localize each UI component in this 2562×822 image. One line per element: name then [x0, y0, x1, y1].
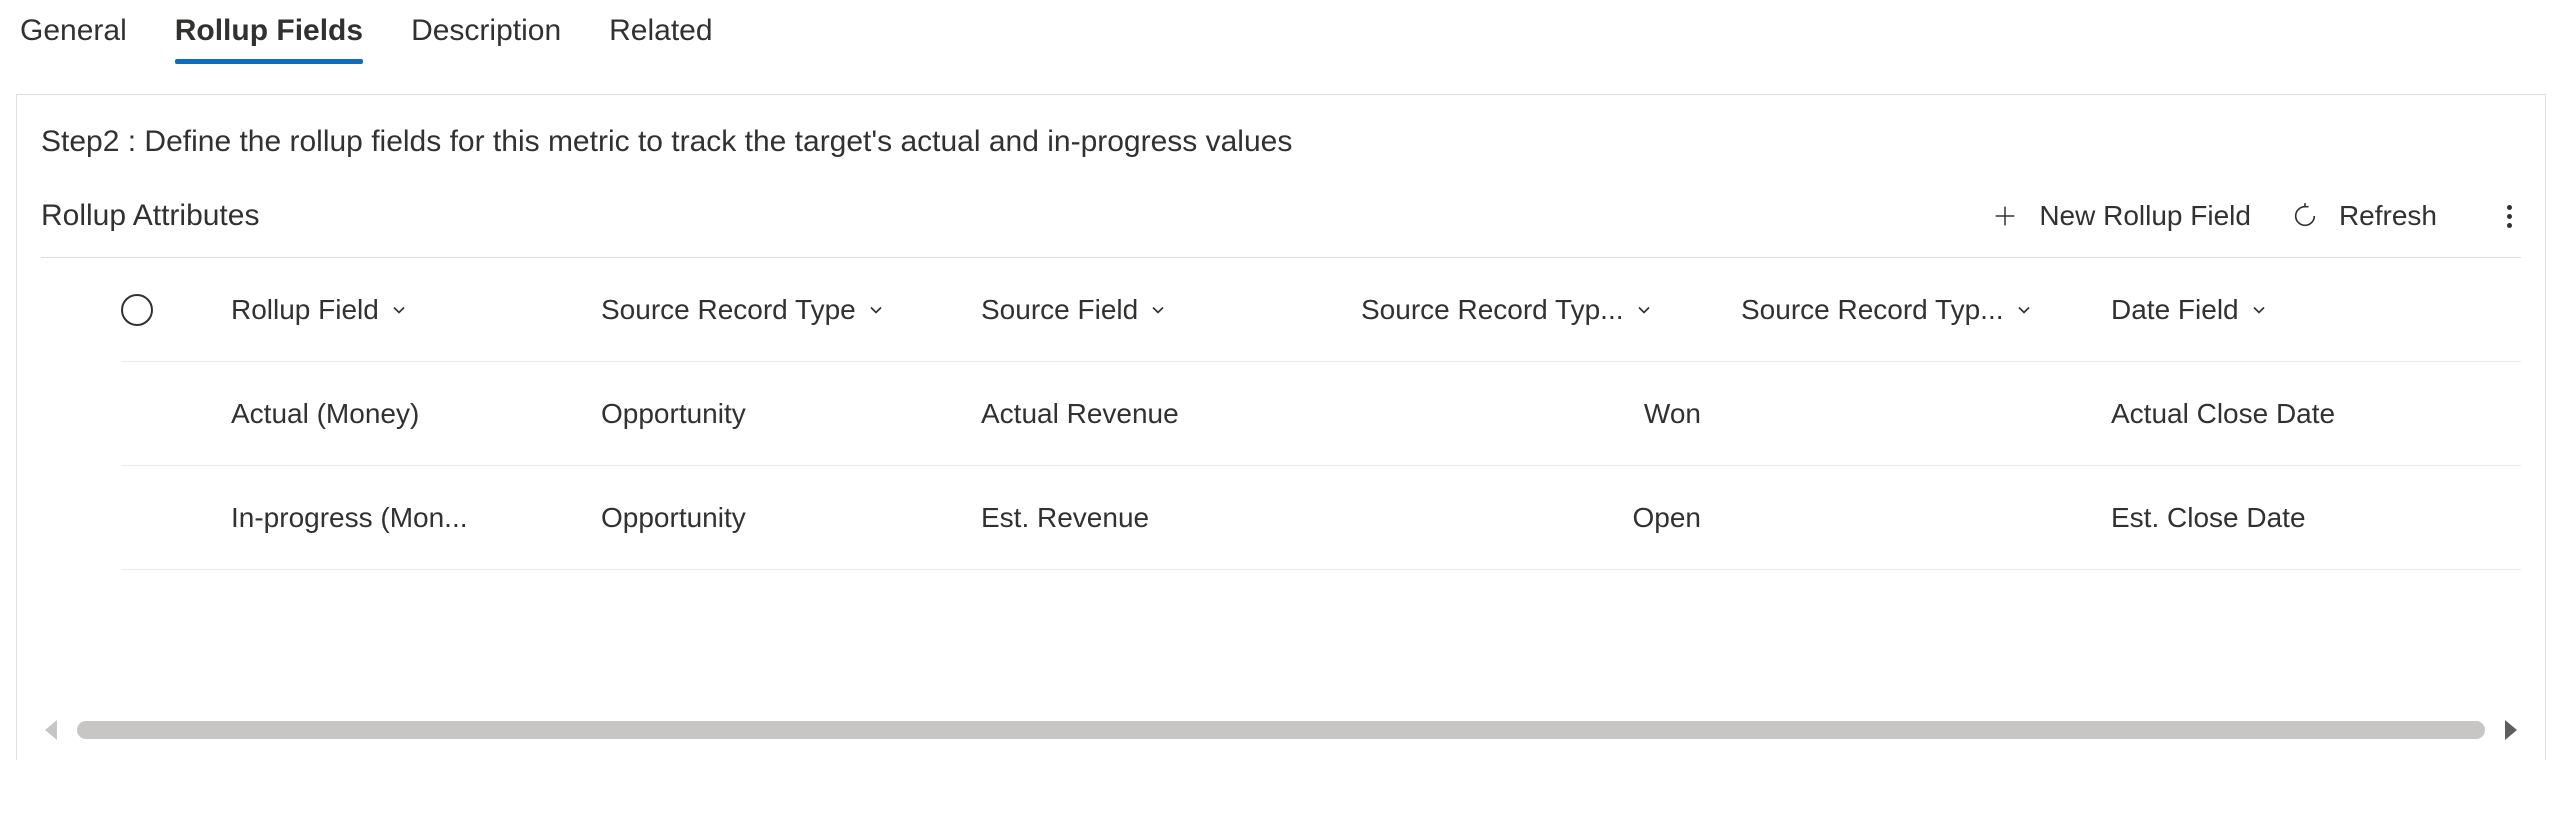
horizontal-scrollbar[interactable]	[41, 720, 2521, 748]
chevron-down-icon	[866, 300, 886, 320]
grid-column-header-row: Rollup Field Source Record Type Source F…	[121, 258, 2521, 362]
column-header-label: Source Field	[981, 294, 1138, 326]
refresh-icon	[2291, 202, 2319, 230]
select-all-icon	[121, 294, 153, 326]
refresh-label: Refresh	[2339, 200, 2437, 232]
cell-source-field: Est. Revenue	[981, 502, 1361, 534]
grid-actions: New Rollup Field Refresh	[1991, 200, 2521, 232]
column-header-source-record-typ-2[interactable]: Source Record Typ...	[1741, 294, 2111, 326]
new-rollup-field-label: New Rollup Field	[2039, 200, 2251, 232]
cell-source-record-typ-1: Won	[1361, 398, 1741, 430]
chevron-down-icon	[2014, 300, 2034, 320]
new-rollup-field-button[interactable]: New Rollup Field	[1991, 200, 2251, 232]
column-header-label: Date Field	[2111, 294, 2239, 326]
column-header-date-field[interactable]: Date Field	[2111, 294, 2511, 326]
cell-source-field: Actual Revenue	[981, 398, 1361, 430]
tab-list: General Rollup Fields Description Relate…	[0, 0, 2562, 64]
more-icon	[2507, 205, 2512, 210]
column-header-label: Rollup Field	[231, 294, 379, 326]
column-header-source-record-type[interactable]: Source Record Type	[601, 294, 981, 326]
column-header-source-record-typ-1[interactable]: Source Record Typ...	[1361, 294, 1741, 326]
chevron-down-icon	[1634, 300, 1654, 320]
refresh-button[interactable]: Refresh	[2291, 200, 2437, 232]
scroll-right-icon	[2505, 720, 2517, 740]
cell-rollup-field: In-progress (Mon...	[231, 502, 601, 534]
rollup-fields-panel: Step2 : Define the rollup fields for thi…	[16, 94, 2546, 760]
grid-title: Rollup Attributes	[41, 199, 259, 233]
tab-description[interactable]: Description	[411, 14, 561, 64]
scroll-left-icon	[45, 720, 57, 740]
column-header-rollup-field[interactable]: Rollup Field	[231, 294, 601, 326]
tab-general[interactable]: General	[20, 14, 127, 64]
chevron-down-icon	[1148, 300, 1168, 320]
grid-header: Rollup Attributes New Rollup Field Refre…	[41, 199, 2521, 258]
tab-related[interactable]: Related	[609, 14, 712, 64]
chevron-down-icon	[2249, 300, 2269, 320]
scroll-track[interactable]	[77, 721, 2485, 739]
cell-rollup-field: Actual (Money)	[231, 398, 601, 430]
cell-source-record-type: Opportunity	[601, 502, 981, 534]
rollup-grid: Rollup Field Source Record Type Source F…	[41, 258, 2521, 570]
plus-icon	[1991, 202, 2019, 230]
cell-date-field: Actual Close Date	[2111, 398, 2511, 430]
tab-rollup-fields[interactable]: Rollup Fields	[175, 14, 363, 64]
cell-source-record-type: Opportunity	[601, 398, 981, 430]
step-title: Step2 : Define the rollup fields for thi…	[41, 125, 2521, 159]
table-row[interactable]: In-progress (Mon... Opportunity Est. Rev…	[121, 466, 2521, 570]
column-header-label: Source Record Type	[601, 294, 856, 326]
column-header-source-field[interactable]: Source Field	[981, 294, 1361, 326]
cell-date-field: Est. Close Date	[2111, 502, 2511, 534]
table-row[interactable]: Actual (Money) Opportunity Actual Revenu…	[121, 362, 2521, 466]
column-header-label: Source Record Typ...	[1741, 294, 2004, 326]
chevron-down-icon	[389, 300, 409, 320]
select-all-column[interactable]	[121, 294, 231, 326]
column-header-label: Source Record Typ...	[1361, 294, 1624, 326]
cell-source-record-typ-1: Open	[1361, 502, 1741, 534]
more-commands-button[interactable]	[2497, 202, 2521, 230]
